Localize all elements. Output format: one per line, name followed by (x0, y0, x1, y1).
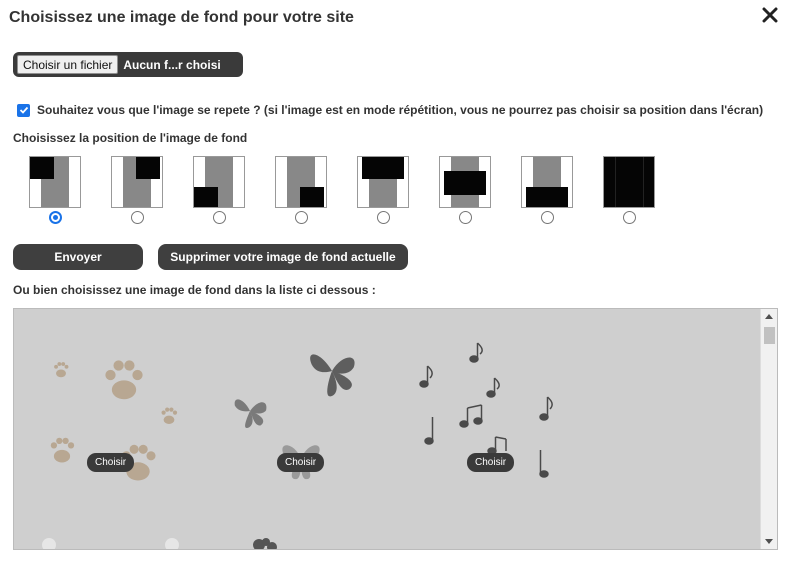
position-option-full[interactable] (603, 156, 655, 224)
close-icon (762, 7, 778, 23)
position-thumb (111, 156, 163, 208)
gallery-scrollbar[interactable] (760, 309, 777, 549)
position-thumb (29, 156, 81, 208)
gallery-item-paws[interactable]: Choisir (14, 309, 204, 549)
send-button[interactable]: Envoyer (13, 244, 143, 270)
position-option-top-right[interactable] (111, 156, 163, 224)
position-thumb (357, 156, 409, 208)
position-radio[interactable] (540, 211, 554, 224)
position-option-top-left[interactable] (29, 156, 81, 224)
position-radio[interactable] (294, 211, 308, 224)
dialog-title: Choisissez une image de fond pour votre … (9, 9, 354, 26)
repeat-checkbox[interactable] (17, 103, 30, 117)
choose-button[interactable]: Choisir (277, 453, 325, 472)
position-thumb (193, 156, 245, 208)
position-thumb (275, 156, 327, 208)
position-radio[interactable] (622, 211, 636, 224)
position-radio[interactable] (130, 211, 144, 224)
scroll-up-icon[interactable] (765, 314, 773, 319)
gallery-item-flowers[interactable] (432, 309, 762, 549)
checkmark-icon (19, 106, 28, 114)
choose-button[interactable]: Choisir (467, 453, 515, 472)
scroll-thumb[interactable] (764, 327, 775, 344)
gallery-item-butterflies[interactable]: Choisir (204, 309, 394, 549)
file-input[interactable]: Choisir un fichier Aucun f...r choisi (13, 52, 243, 77)
position-radio[interactable] (458, 211, 472, 224)
remove-background-button[interactable]: Supprimer votre image de fond actuelle (158, 244, 408, 270)
position-option-bottom-left[interactable] (193, 156, 245, 224)
position-thumb (603, 156, 655, 208)
position-option-top-center[interactable] (357, 156, 409, 224)
choose-button[interactable]: Choisir (87, 453, 135, 472)
position-label: Choisissez la position de l'image de fon… (13, 131, 248, 145)
repeat-option: Souhaitez vous que l'image se repete ? (… (17, 103, 763, 117)
position-thumb (439, 156, 491, 208)
choose-file-button[interactable]: Choisir un fichier (17, 55, 119, 74)
repeat-label: Souhaitez vous que l'image se repete ? (… (37, 103, 764, 117)
scroll-down-icon[interactable] (765, 539, 773, 544)
position-radio[interactable] (48, 211, 62, 224)
flowers-image (432, 529, 466, 549)
close-button[interactable] (762, 7, 780, 27)
position-radio[interactable] (212, 211, 226, 224)
file-status-text: Aucun f...r choisi (123, 57, 221, 72)
position-option-bottom-center[interactable] (521, 156, 573, 224)
gallery-item-music-notes[interactable]: Choisir (394, 309, 584, 549)
music-notes-image (419, 342, 553, 478)
position-thumb (521, 156, 573, 208)
paw-prints-image (42, 360, 179, 549)
butterflies-image (234, 354, 355, 549)
background-gallery: Choisir Choisir Choisir (13, 308, 778, 550)
position-option-bottom-right[interactable] (275, 156, 327, 224)
gallery-label: Ou bien choisissez une image de fond dan… (13, 283, 376, 297)
position-radio[interactable] (376, 211, 390, 224)
position-option-center[interactable] (439, 156, 491, 224)
